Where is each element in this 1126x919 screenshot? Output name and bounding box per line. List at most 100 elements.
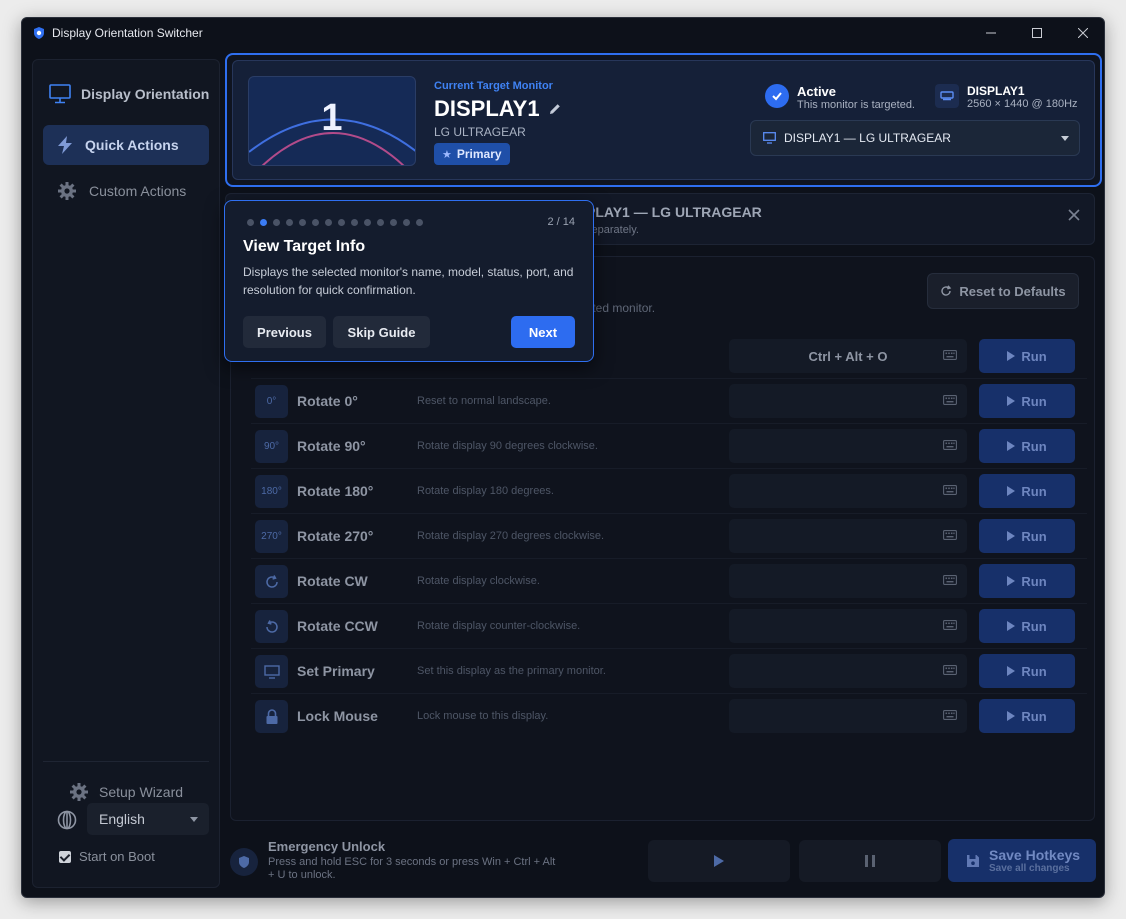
action-description: Set this display as the primary monitor. — [417, 665, 606, 677]
run-button[interactable]: Run — [979, 609, 1075, 643]
run-button[interactable]: Run — [979, 699, 1075, 733]
display-port-icon — [935, 84, 959, 108]
monitor-preview: 1 — [248, 76, 416, 166]
action-name: Rotate CCW — [297, 618, 378, 634]
maximize-button[interactable] — [1014, 18, 1060, 48]
hotkey-field[interactable] — [729, 474, 967, 508]
hotkey-field[interactable]: Ctrl + Alt + O — [729, 339, 967, 373]
action-name: Rotate CW — [297, 573, 368, 589]
action-description: Rotate display 90 degrees clockwise. — [417, 440, 598, 452]
action-name: Lock Mouse — [297, 708, 378, 724]
keyboard-icon — [943, 575, 957, 585]
hotkey-field[interactable] — [729, 429, 967, 463]
rotate-ccw-icon — [255, 610, 288, 643]
app-window: Display Orientation Switcher Display Ori… — [21, 17, 1105, 898]
action-row-rotate-0: 0° Rotate 0° Reset to normal landscape. … — [251, 379, 1087, 424]
keyboard-icon — [943, 485, 957, 495]
progress-dot — [364, 219, 371, 226]
target-monitor-model: LG ULTRAGEAR — [434, 125, 526, 139]
lock-icon — [255, 700, 288, 733]
run-label: Run — [1021, 348, 1047, 364]
status-title: Active — [797, 84, 837, 99]
guide-previous-button[interactable]: Previous — [243, 316, 326, 348]
pause-button[interactable] — [799, 840, 941, 882]
keyboard-icon — [943, 620, 957, 630]
save-hotkeys-button[interactable]: Save Hotkeys Save all changes — [948, 839, 1096, 882]
action-row-rotate-270: 270° Rotate 270° Rotate display 270 degr… — [251, 514, 1087, 559]
app-shield-icon — [34, 27, 44, 39]
action-description: Rotate display 270 degrees clockwise. — [417, 530, 605, 542]
sidebar-item-custom-actions[interactable]: Custom Actions — [43, 171, 209, 211]
monitor-select[interactable]: DISPLAY1 — LG ULTRAGEAR — [750, 120, 1080, 156]
hotkey-field[interactable] — [729, 519, 967, 553]
hotkey-field[interactable] — [729, 699, 967, 733]
minimize-button[interactable] — [968, 18, 1014, 48]
run-button[interactable]: Run — [979, 519, 1075, 553]
keyboard-icon — [943, 395, 957, 405]
keyboard-icon — [943, 440, 957, 450]
progress-dot — [390, 219, 397, 226]
banner-close-button[interactable] — [1068, 208, 1080, 226]
run-button[interactable]: Run — [979, 429, 1075, 463]
progress-dot — [312, 219, 319, 226]
hotkey-field[interactable] — [729, 654, 967, 688]
run-button[interactable]: Run — [979, 654, 1075, 688]
start-on-boot-label: Start on Boot — [79, 849, 155, 864]
action-name: Rotate 180° — [297, 483, 374, 499]
progress-dot — [403, 219, 410, 226]
action-row-rotate-ccw: Rotate CCW Rotate display counter-clockw… — [251, 604, 1087, 649]
progress-dot — [247, 219, 254, 226]
action-name: Rotate 90° — [297, 438, 366, 454]
edit-pencil-icon[interactable] — [548, 102, 562, 116]
run-label: Run — [1021, 663, 1047, 679]
reset-to-defaults-button[interactable]: Reset to Defaults — [927, 273, 1079, 309]
hotkey-field[interactable] — [729, 384, 967, 418]
hotkey-value: Ctrl + Alt + O — [808, 348, 888, 364]
sidebar-item-label: Custom Actions — [89, 183, 187, 199]
run-button[interactable]: Run — [979, 564, 1075, 598]
action-row-rotate-90: 90° Rotate 90° Rotate display 90 degrees… — [251, 424, 1087, 469]
sidebar-header: Display Orientation — [49, 84, 209, 104]
sidebar-item-label: Quick Actions — [85, 137, 179, 153]
play-icon — [1007, 666, 1016, 676]
progress-dot — [338, 219, 345, 226]
refresh-icon — [941, 285, 952, 296]
progress-dot — [416, 219, 423, 226]
primary-badge: ★ Primary — [434, 143, 510, 165]
action-name: Rotate 0° — [297, 393, 358, 409]
run-button[interactable]: Run — [979, 384, 1075, 418]
guide-popover: 2 / 14 View Target Info Displays the sel… — [224, 200, 594, 362]
run-button[interactable]: Run — [979, 339, 1075, 373]
guide-next-button[interactable]: Next — [511, 316, 575, 348]
play-icon — [1007, 396, 1016, 406]
setup-wizard-button[interactable]: Setup Wizard — [69, 782, 183, 802]
progress-dot-current — [260, 219, 267, 226]
hotkey-field[interactable] — [729, 609, 967, 643]
rotate-cw-icon — [255, 565, 288, 598]
guide-progress-dots — [247, 219, 423, 226]
run-label: Run — [1021, 708, 1047, 724]
close-window-button[interactable] — [1060, 18, 1104, 48]
save-hotkeys-sublabel: Save all changes — [989, 863, 1070, 874]
rotate-0-icon: 0° — [255, 385, 288, 418]
rotate-180-icon: 180° — [255, 475, 288, 508]
keyboard-icon — [943, 710, 957, 720]
shield-icon — [230, 848, 258, 876]
primary-badge-label: Primary — [456, 147, 502, 161]
start-on-boot-checkbox[interactable] — [59, 850, 71, 863]
guide-description: Displays the selected monitor's name, mo… — [243, 265, 574, 297]
target-monitor-card: 1 Current Target Monitor DISPLAY1 LG ULT… — [225, 53, 1102, 187]
run-label: Run — [1021, 483, 1047, 499]
action-row-lock-mouse: Lock Mouse Lock mouse to this display. R… — [251, 694, 1087, 739]
guide-skip-button[interactable]: Skip Guide — [333, 316, 430, 348]
gear-icon — [70, 783, 88, 801]
play-button[interactable] — [648, 840, 790, 882]
gear-icon — [58, 182, 76, 200]
hotkey-field[interactable] — [729, 564, 967, 598]
sidebar-item-quick-actions[interactable]: Quick Actions — [43, 125, 209, 165]
language-select[interactable]: English — [87, 803, 209, 835]
run-button[interactable]: Run — [979, 474, 1075, 508]
run-label: Run — [1021, 573, 1047, 589]
start-on-boot-toggle[interactable]: Start on Boot — [59, 849, 155, 864]
play-icon — [1007, 486, 1016, 496]
